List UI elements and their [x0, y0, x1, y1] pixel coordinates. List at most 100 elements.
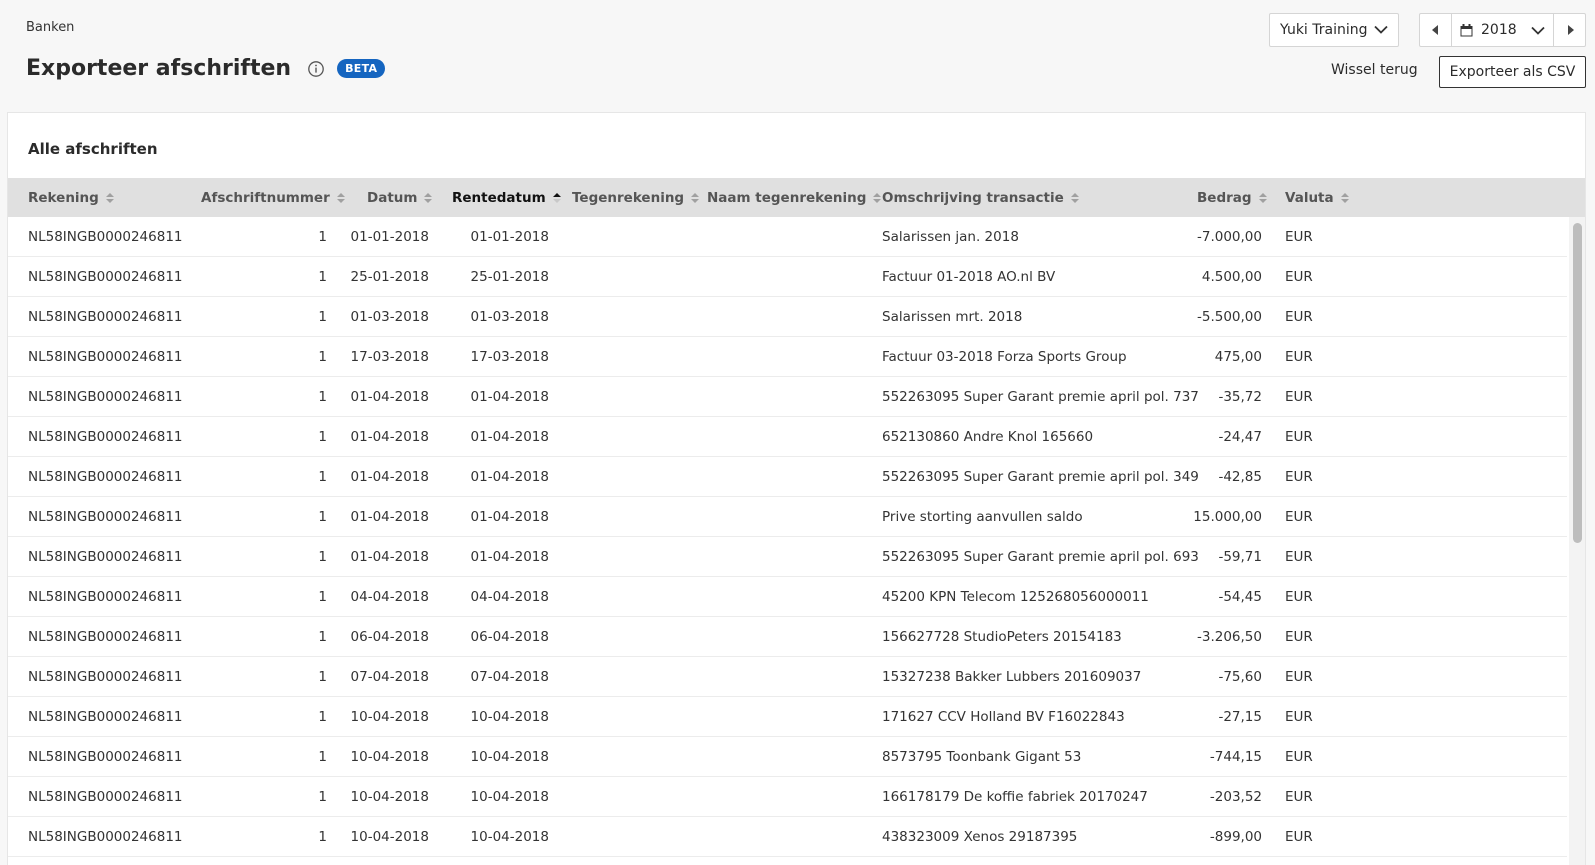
cell-tegenrekening	[572, 417, 702, 456]
cell-tegenrekening	[572, 257, 702, 296]
table-row[interactable]: NL58INGB0000246811 1 10-04-2018 10-04-2018 8…	[8, 737, 1567, 777]
cell-bedrag: -7.000,00	[1197, 228, 1262, 245]
cell-rekening: NL58INGB0000246811	[28, 788, 183, 805]
cell-afschriftnummer: 1	[318, 748, 327, 765]
table-row[interactable]: NL58INGB0000246811 1 10-04-2018 10-04-2018 1…	[8, 697, 1567, 737]
year-picker: 2018	[1419, 13, 1586, 47]
cell-omschrijving: 166178179 De koffie fabriek 20170247	[882, 788, 1148, 805]
table-row[interactable]: NL58INGB0000246811 1 25-01-2018 25-01-2018 F…	[8, 257, 1567, 297]
cell-valuta: EUR	[1285, 428, 1313, 445]
caret-left-icon	[1431, 25, 1438, 35]
cell-rentedatum: 01-04-2018	[470, 468, 549, 485]
cell-tegenrekening	[572, 457, 702, 496]
cell-naam-tegenrekening	[707, 537, 877, 576]
column-header-rekening[interactable]: Rekening	[28, 178, 114, 217]
cell-rentedatum: 17-03-2018	[470, 348, 549, 365]
year-select[interactable]: 2018	[1452, 14, 1553, 46]
table-row[interactable]: NL58INGB0000246811 1 01-04-2018 01-04-2018 5…	[8, 377, 1567, 417]
cell-valuta: EUR	[1285, 388, 1313, 405]
cell-valuta: EUR	[1285, 468, 1313, 485]
cell-afschriftnummer: 1	[318, 628, 327, 645]
cell-tegenrekening	[572, 297, 702, 336]
vertical-scrollbar[interactable]	[1569, 217, 1585, 865]
cell-naam-tegenrekening	[707, 697, 877, 736]
scrollbar-thumb[interactable]	[1573, 223, 1582, 543]
cell-naam-tegenrekening	[707, 817, 877, 856]
cell-rentedatum: 10-04-2018	[470, 708, 549, 725]
column-header-tegenrekening[interactable]: Tegenrekening	[572, 178, 700, 217]
cell-rentedatum: 01-04-2018	[470, 508, 549, 525]
cell-tegenrekening	[572, 697, 702, 736]
sort-icon	[1340, 192, 1349, 203]
cell-datum: 01-04-2018	[350, 508, 429, 525]
page-title: Exporteer afschriften	[26, 56, 292, 81]
sort-icon	[424, 192, 433, 203]
table-row[interactable]: NL58INGB0000246811 1 04-04-2018 04-04-2018 4…	[8, 577, 1567, 617]
cell-bedrag: -5.500,00	[1197, 308, 1262, 325]
cell-rekening: NL58INGB0000246811	[28, 468, 183, 485]
cell-rentedatum: 01-04-2018	[470, 548, 549, 565]
cell-rentedatum: 10-04-2018	[470, 828, 549, 845]
info-icon[interactable]	[307, 60, 325, 78]
cell-afschriftnummer: 1	[318, 668, 327, 685]
table-row[interactable]: NL58INGB0000246811 1 01-04-2018 01-04-2018 5…	[8, 457, 1567, 497]
column-header-naam-tegenrekening[interactable]: Naam tegenrekening	[707, 178, 882, 217]
cell-rentedatum: 01-04-2018	[470, 428, 549, 445]
cell-afschriftnummer: 1	[318, 788, 327, 805]
column-header-datum[interactable]: Datum	[367, 178, 433, 217]
cell-tegenrekening	[572, 737, 702, 776]
column-header-afschriftnummer[interactable]: Afschriftnummer	[201, 178, 345, 217]
column-header-bedrag[interactable]: Bedrag	[1197, 178, 1267, 217]
breadcrumb[interactable]: Banken	[26, 20, 74, 35]
table-row[interactable]: NL58INGB0000246811 1 01-04-2018 01-04-2018 P…	[8, 497, 1567, 537]
cell-afschriftnummer: 1	[318, 708, 327, 725]
cell-omschrijving: 438323009 Xenos 29187395	[882, 828, 1078, 845]
previous-year-button[interactable]	[1420, 14, 1452, 46]
cell-naam-tegenrekening	[707, 337, 877, 376]
cell-valuta: EUR	[1285, 828, 1313, 845]
table-row[interactable]: NL58INGB0000246811 1 01-03-2018 01-03-2018 S…	[8, 297, 1567, 337]
table-row[interactable]: NL58INGB0000246811 1 01-04-2018 01-04-2018 5…	[8, 537, 1567, 577]
cell-rekening: NL58INGB0000246811	[28, 348, 183, 365]
cell-omschrijving: 171627 CCV Holland BV F16022843	[882, 708, 1125, 725]
cell-omschrijving: 45200 KPN Telecom 125268056000011	[882, 588, 1149, 605]
table-body: NL58INGB0000246811 1 01-01-2018 01-01-2018 S…	[8, 217, 1567, 857]
cell-rentedatum: 01-03-2018	[470, 308, 549, 325]
cell-afschriftnummer: 1	[318, 468, 327, 485]
cell-rekening: NL58INGB0000246811	[28, 308, 183, 325]
column-header-rentedatum[interactable]: Rentedatum	[452, 178, 561, 217]
cell-omschrijving: Prive storting aanvullen saldo	[882, 508, 1083, 525]
cell-datum: 10-04-2018	[350, 708, 429, 725]
column-header-omschrijving[interactable]: Omschrijving transactie	[882, 178, 1079, 217]
table-row[interactable]: NL58INGB0000246811 1 06-04-2018 06-04-2018 1…	[8, 617, 1567, 657]
table-row[interactable]: NL58INGB0000246811 1 10-04-2018 10-04-2018 4…	[8, 817, 1567, 857]
table-row[interactable]: NL58INGB0000246811 1 17-03-2018 17-03-2018 F…	[8, 337, 1567, 377]
table-row[interactable]: NL58INGB0000246811 1 01-01-2018 01-01-2018 S…	[8, 217, 1567, 257]
cell-bedrag: -59,71	[1218, 548, 1262, 565]
table-row[interactable]: NL58INGB0000246811 1 01-04-2018 01-04-2018 6…	[8, 417, 1567, 457]
cell-afschriftnummer: 1	[318, 828, 327, 845]
switch-back-link[interactable]: Wissel terug	[1331, 62, 1418, 78]
cell-bedrag: 15.000,00	[1193, 508, 1262, 525]
cell-tegenrekening	[572, 337, 702, 376]
cell-bedrag: -35,72	[1218, 388, 1262, 405]
administration-select[interactable]: Yuki Training	[1269, 13, 1399, 47]
cell-bedrag: -27,15	[1218, 708, 1262, 725]
table-row[interactable]: NL58INGB0000246811 1 07-04-2018 07-04-2018 1…	[8, 657, 1567, 697]
cell-tegenrekening	[572, 497, 702, 536]
table-row[interactable]: NL58INGB0000246811 1 10-04-2018 10-04-2018 1…	[8, 777, 1567, 817]
cell-omschrijving: Factuur 01-2018 AO.nl BV	[882, 268, 1056, 285]
column-header-valuta[interactable]: Valuta	[1285, 178, 1349, 217]
cell-valuta: EUR	[1285, 348, 1313, 365]
sort-icon	[1258, 192, 1267, 203]
cell-datum: 01-04-2018	[350, 468, 429, 485]
export-csv-button[interactable]: Exporteer als CSV	[1439, 56, 1586, 88]
cell-afschriftnummer: 1	[318, 268, 327, 285]
cell-naam-tegenrekening	[707, 737, 877, 776]
cell-valuta: EUR	[1285, 708, 1313, 725]
next-year-button[interactable]	[1553, 14, 1585, 46]
cell-omschrijving: 8573795 Toonbank Gigant 53	[882, 748, 1082, 765]
cell-rekening: NL58INGB0000246811	[28, 428, 183, 445]
cell-rekening: NL58INGB0000246811	[28, 668, 183, 685]
cell-rentedatum: 04-04-2018	[470, 588, 549, 605]
